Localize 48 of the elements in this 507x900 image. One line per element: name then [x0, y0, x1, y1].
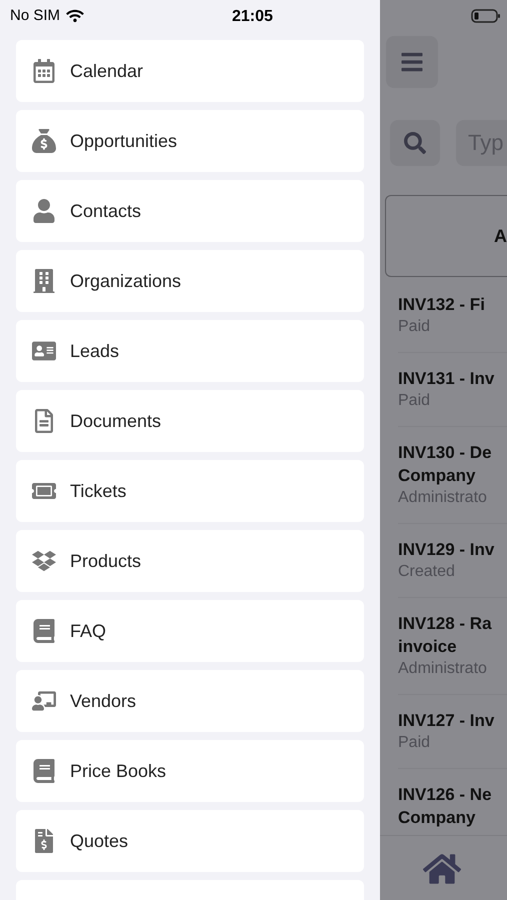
- id-card-icon: [32, 339, 56, 363]
- invoice-title: INV131 - Inv: [398, 368, 496, 390]
- calendar-icon: [32, 59, 56, 83]
- invoice-title: Company: [398, 465, 476, 487]
- search-button[interactable]: [390, 120, 440, 166]
- invoice-status: Paid: [398, 317, 432, 337]
- menu-item[interactable]: Leads: [16, 320, 364, 382]
- menu-item[interactable]: Products: [16, 530, 364, 592]
- invoice-icon: [32, 829, 56, 853]
- invoice-title: INV129 - Inv: [398, 539, 496, 561]
- wifi-icon: [66, 9, 84, 23]
- menu-item[interactable]: Documents: [16, 390, 364, 452]
- presenter-icon: [32, 689, 56, 713]
- invoice-title: INV127 - Inv: [398, 710, 496, 732]
- money-bag-icon: [32, 129, 56, 153]
- menu-item[interactable]: FAQ: [16, 600, 364, 662]
- invoice-status: Paid: [398, 391, 432, 411]
- invoice-title: INV128 - Ra: [398, 613, 493, 635]
- menu-item[interactable]: Price Books: [16, 740, 364, 802]
- menu-item[interactable]: Vendors: [16, 670, 364, 732]
- menu-item[interactable]: Tickets: [16, 460, 364, 522]
- invoice-title: INV126 - Ne: [398, 784, 493, 806]
- battery-icon: [471, 9, 501, 23]
- search-icon: [404, 132, 426, 154]
- menu-button[interactable]: [386, 36, 438, 88]
- menu-item[interactable]: Organizations: [16, 250, 364, 312]
- invoice-status: Administrato: [398, 659, 488, 679]
- document-icon: [32, 409, 56, 433]
- menu-item[interactable]: Contacts: [16, 180, 364, 242]
- menu-item[interactable]: Calendar: [16, 40, 364, 102]
- invoice-title: INV130 - De: [398, 442, 493, 464]
- person-icon: [32, 199, 56, 223]
- header-tab[interactable]: A: [385, 195, 507, 277]
- clock-text: 21:05: [232, 7, 273, 27]
- invoice-status: Created: [398, 562, 456, 582]
- home-icon[interactable]: [423, 852, 461, 886]
- building-icon: [32, 269, 56, 293]
- book-icon: [32, 619, 56, 643]
- invoice-title: INV132 - Fi: [398, 294, 486, 316]
- boxes-icon: [32, 549, 56, 573]
- invoice-status: Paid: [398, 733, 432, 753]
- invoice-title: invoice: [398, 636, 458, 658]
- menu-item[interactable]: Opportunities: [16, 110, 364, 172]
- book-icon: [32, 759, 56, 783]
- menu-item[interactable]: Quotes: [16, 810, 364, 872]
- carrier-text: No SIM: [10, 6, 60, 26]
- invoice-title: Company: [398, 807, 476, 829]
- invoice-status: Administrato: [398, 488, 488, 508]
